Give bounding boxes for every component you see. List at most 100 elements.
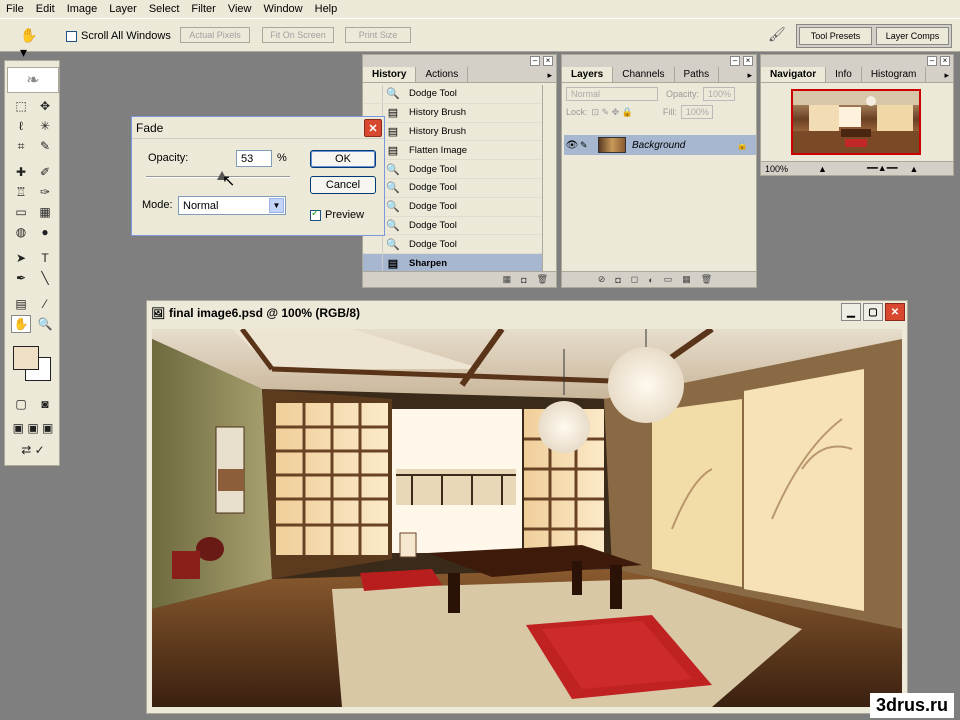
clone-stamp-tool-icon[interactable]: ♖: [11, 183, 31, 201]
close-icon[interactable]: ×: [940, 56, 950, 66]
healing-brush-tool-icon[interactable]: ✚: [11, 163, 31, 181]
panel-menu-icon[interactable]: ▸: [944, 70, 949, 81]
menu-select[interactable]: Select: [149, 3, 180, 15]
opacity-field[interactable]: 100%: [703, 87, 736, 101]
group-icon[interactable]: ▭: [664, 274, 673, 285]
history-item[interactable]: ▤ Flatten Image: [363, 141, 544, 161]
brush-tool-icon[interactable]: ✐: [35, 163, 55, 181]
fill-field[interactable]: 100%: [680, 105, 713, 119]
history-item[interactable]: 🔍 Dodge Tool: [363, 235, 544, 255]
menu-filter[interactable]: Filter: [191, 3, 215, 15]
scroll-all-windows-checkbox[interactable]: Scroll All Windows: [66, 30, 171, 42]
history-item[interactable]: 🔍 Dodge Tool: [363, 84, 544, 104]
history-item[interactable]: 🔍 Dodge Tool: [363, 178, 544, 198]
close-icon[interactable]: ×: [543, 56, 553, 66]
menu-window[interactable]: Window: [264, 3, 303, 15]
minimize-icon[interactable]: –: [730, 56, 740, 66]
preview-checkbox-box[interactable]: [310, 208, 321, 221]
panel-menu-icon[interactable]: ▸: [747, 70, 752, 81]
slice-tool-icon[interactable]: ✎: [35, 137, 55, 155]
path-selection-tool-icon[interactable]: ➤: [11, 249, 31, 267]
standard-mode-icon[interactable]: ▢: [11, 395, 31, 413]
foreground-color-swatch[interactable]: [13, 346, 39, 370]
minimize-icon[interactable]: –: [927, 56, 937, 66]
menu-image[interactable]: Image: [67, 3, 98, 15]
pen-tool-icon[interactable]: ✒: [11, 269, 31, 287]
close-icon[interactable]: ✕: [885, 303, 905, 321]
history-brush-tool-icon[interactable]: ✑: [35, 183, 55, 201]
new-layer-icon[interactable]: ▦: [682, 274, 691, 285]
notes-tool-icon[interactable]: ▤: [11, 295, 31, 313]
history-scrollbar[interactable]: [542, 85, 556, 271]
tab-channels[interactable]: Channels: [613, 67, 675, 82]
link-icon[interactable]: ⊘: [598, 274, 606, 285]
layer-style-icon[interactable]: ◘: [615, 275, 620, 285]
hand-tool-icon[interactable]: ✋: [11, 315, 31, 333]
tab-actions[interactable]: Actions: [416, 67, 469, 82]
actual-pixels-button[interactable]: Actual Pixels: [180, 27, 250, 43]
trash-icon[interactable]: 🗑: [537, 274, 548, 285]
tab-histogram[interactable]: Histogram: [862, 67, 927, 82]
panel-menu-icon[interactable]: ▸: [547, 70, 552, 81]
menu-edit[interactable]: Edit: [36, 3, 55, 15]
quick-mask-mode-icon[interactable]: ◙: [35, 395, 55, 413]
gradient-tool-icon[interactable]: ▦: [35, 203, 55, 221]
print-size-button[interactable]: Print Size: [345, 27, 411, 43]
cancel-button[interactable]: Cancel: [310, 176, 376, 194]
history-item[interactable]: 🔍 Dodge Tool: [363, 160, 544, 179]
menu-file[interactable]: File: [6, 3, 24, 15]
minimize-icon[interactable]: –: [530, 56, 540, 66]
eraser-tool-icon[interactable]: ▭: [11, 203, 31, 221]
close-icon[interactable]: ×: [743, 56, 753, 66]
mask-icon[interactable]: ◻: [631, 274, 638, 285]
new-snapshot-icon[interactable]: ◘: [521, 275, 526, 285]
layer-row-background[interactable]: 👁 ✎ Background 🔒: [564, 135, 756, 155]
ok-button[interactable]: OK: [310, 150, 376, 168]
navigator-preview[interactable]: [791, 89, 921, 155]
zoom-slider[interactable]: ━━▲━━: [867, 163, 898, 174]
adjustment-icon[interactable]: ◐: [648, 275, 653, 285]
image-canvas[interactable]: [152, 329, 902, 707]
zoom-tool-icon[interactable]: 🔍: [35, 315, 55, 333]
line-tool-icon[interactable]: ╲: [35, 269, 55, 287]
tool-presets-tab[interactable]: Tool Presets: [799, 27, 872, 45]
tool-preset-picker-icon[interactable]: 🖌: [768, 26, 788, 44]
jump-to-imageready-icon[interactable]: ⇄ ✓: [9, 441, 57, 459]
tab-layers[interactable]: Layers: [562, 67, 614, 82]
fit-on-screen-button[interactable]: Fit On Screen: [262, 27, 334, 43]
magic-wand-tool-icon[interactable]: ✳: [35, 117, 55, 135]
layer-comps-tab[interactable]: Layer Comps: [876, 27, 949, 45]
marquee-tool-icon[interactable]: ⬚: [11, 97, 31, 115]
type-tool-icon[interactable]: T: [35, 249, 55, 267]
dodge-tool-icon[interactable]: ●: [35, 223, 55, 241]
zoom-value[interactable]: 100%: [765, 164, 788, 174]
menu-view[interactable]: View: [228, 3, 252, 15]
history-item[interactable]: 🔍 Dodge Tool: [363, 197, 544, 217]
tab-paths[interactable]: Paths: [675, 67, 720, 82]
eyedropper-tool-icon[interactable]: ⁄: [35, 295, 55, 313]
minimize-icon[interactable]: ▁: [841, 303, 861, 321]
history-item[interactable]: 🔍 Dodge Tool: [363, 216, 544, 236]
menu-layer[interactable]: Layer: [109, 3, 137, 15]
lasso-tool-icon[interactable]: ℓ: [11, 117, 31, 135]
preview-checkbox[interactable]: Preview: [310, 208, 364, 221]
history-item[interactable]: ▤ History Brush: [363, 103, 544, 123]
eye-icon[interactable]: 👁: [564, 140, 580, 151]
chevron-down-icon[interactable]: ▼: [269, 198, 284, 213]
trash-icon[interactable]: 🗑: [701, 274, 712, 285]
maximize-icon[interactable]: ▢: [863, 303, 883, 321]
new-document-icon[interactable]: ▦: [503, 274, 512, 285]
opacity-input[interactable]: 53: [236, 150, 272, 167]
blend-mode-select[interactable]: Normal: [566, 87, 658, 101]
checkbox-box[interactable]: [66, 30, 77, 42]
tab-history[interactable]: History: [363, 67, 417, 82]
history-item[interactable]: ▤ History Brush: [363, 122, 544, 142]
mode-select[interactable]: Normal ▼: [178, 196, 286, 215]
close-icon[interactable]: ✕: [364, 119, 382, 137]
hand-tool-icon[interactable]: ✋▾: [20, 27, 42, 60]
menu-help[interactable]: Help: [315, 3, 338, 15]
tab-navigator[interactable]: Navigator: [761, 67, 827, 82]
screen-mode-icons[interactable]: ▣ ▣ ▣: [9, 419, 57, 437]
zoom-out-icon[interactable]: ▲: [818, 164, 827, 174]
lock-icons[interactable]: ⊡ ✎ ✥ 🔒: [592, 107, 633, 118]
